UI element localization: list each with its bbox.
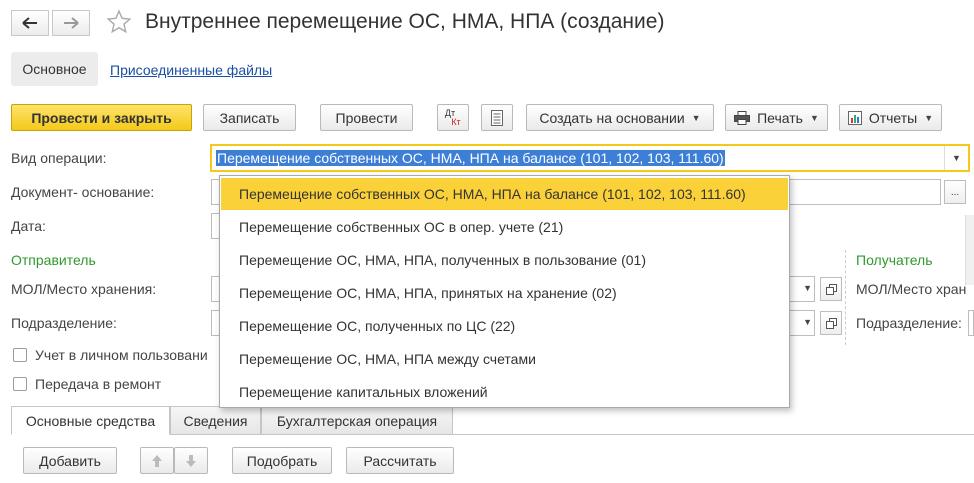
create-based-on-label: Создать на основании [539,109,685,126]
operation-type-select[interactable]: Перемещение собственных ОС, НМА, НПА на … [210,144,970,172]
save-button[interactable]: Записать [203,104,296,131]
post-and-close-label: Провести и закрыть [31,109,172,126]
dropdown-option[interactable]: Перемещение ОС, НМА, НПА, полученных в п… [221,244,788,276]
chevron-down-icon: ▼ [924,112,934,123]
add-label: Добавить [39,452,101,469]
sender-mol-label: МОЛ/Место хранения: [11,281,157,297]
dt-kt-button[interactable]: Дт Кт [437,104,469,131]
sender-mol-open-button[interactable] [820,277,842,301]
chevron-down-icon[interactable]: ▼ [803,283,812,293]
printer-icon [734,110,751,125]
open-window-icon [825,283,837,295]
pick-label: Подобрать [246,452,318,469]
arrow-right-icon [64,17,79,29]
move-down-button[interactable] [174,447,208,474]
sender-dept-label: Подразделение: [11,315,117,331]
section-main-label: Основное [22,61,87,77]
arrow-up-icon [152,454,162,467]
post-label: Провести [335,109,398,126]
post-and-close-button[interactable]: Провести и закрыть [11,104,192,131]
open-window-icon [825,317,837,329]
arrow-left-icon [22,17,37,29]
section-main[interactable]: Основное [11,52,98,86]
dropdown-option[interactable]: Перемещение собственных ОС, НМА, НПА на … [221,178,788,210]
operation-dropdown-arrow-icon[interactable]: ▼ [944,146,968,170]
chevron-down-icon: ▼ [809,112,819,123]
receiver-dept-field[interactable] [968,310,974,336]
scrollbar[interactable] [965,215,974,285]
forward-button[interactable] [52,10,90,36]
dropdown-option[interactable]: Перемещение собственных ОС в опер. учете… [221,211,788,243]
tab-accounting-label: Бухгалтерская операция [276,412,438,429]
personal-use-label: Учет в личном пользовани [35,347,208,363]
sender-dept-open-button[interactable] [820,311,842,335]
kt-label: Кт [451,116,461,127]
reports-label: Отчеты [868,109,918,126]
reports-button[interactable]: Отчеты ▼ [839,104,942,131]
dropdown-option[interactable]: Перемещение ОС, НМА, НПА между счетами [221,343,788,375]
arrow-down-icon [186,454,196,467]
calculate-label: Рассчитать [363,452,437,469]
receiver-header: Получатель [856,252,933,268]
date-label: Дата: [11,218,46,234]
sender-header: Отправитель [11,252,96,268]
window-title: Внутреннее перемещение ОС, НМА, НПА (соз… [145,10,665,33]
basis-document-select-button[interactable]: ... [944,180,966,204]
tab-accounting[interactable]: Бухгалтерская операция [261,406,453,435]
list-button[interactable] [481,104,513,131]
report-chart-icon [847,110,862,125]
receiver-divider [845,250,846,345]
operation-type-label: Вид операции: [11,150,107,166]
back-button[interactable] [11,10,49,36]
save-label: Записать [219,109,280,126]
post-button[interactable]: Провести [320,104,413,131]
dropdown-option[interactable]: Перемещение ОС, полученных по ЦС (22) [221,310,788,342]
attached-files-link[interactable]: Присоединенные файлы [110,62,272,78]
print-button[interactable]: Печать ▼ [725,104,828,131]
create-based-on-button[interactable]: Создать на основании ▼ [526,104,714,131]
tab-info[interactable]: Сведения [170,406,261,435]
ellipsis-icon: ... [950,186,960,198]
basis-document-label: Документ- основание: [11,184,155,200]
list-icon [491,109,503,126]
tab-fixed-assets-label: Основные средства [25,412,156,429]
operation-type-dropdown: Перемещение собственных ОС, НМА, НПА на … [219,175,790,408]
dropdown-option[interactable]: Перемещение капитальных вложений [221,376,788,408]
calculate-button[interactable]: Рассчитать [346,447,454,474]
chevron-down-icon: ▼ [691,112,701,123]
repair-checkbox[interactable] [13,377,27,391]
chevron-down-icon[interactable]: ▼ [803,317,812,327]
tab-info-label: Сведения [183,412,248,429]
add-button[interactable]: Добавить [23,447,117,474]
receiver-dept-label: Подразделение: [856,315,962,331]
print-label: Печать [757,109,803,126]
receiver-mol-label: МОЛ/Место хран [856,281,967,297]
tab-fixed-assets[interactable]: Основные средства [11,406,170,435]
repair-label: Передача в ремонт [35,376,162,392]
dropdown-option[interactable]: Перемещение ОС, НМА, НПА, принятых на хр… [221,277,788,309]
favorite-star-icon[interactable] [106,9,132,38]
move-up-button[interactable] [140,447,174,474]
operation-type-value: Перемещение собственных ОС, НМА, НПА на … [216,150,725,166]
personal-use-checkbox[interactable] [13,348,27,362]
pick-button[interactable]: Подобрать [232,447,332,474]
